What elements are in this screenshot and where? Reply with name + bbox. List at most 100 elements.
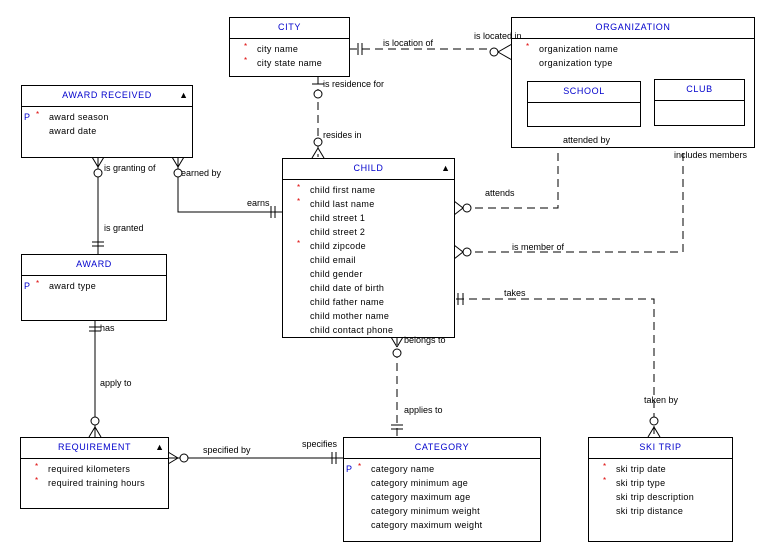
label-earns: earns <box>247 198 270 208</box>
collapse-toggle-icon[interactable]: ▲ <box>155 438 164 457</box>
collapse-toggle-icon[interactable]: ▲ <box>179 86 188 105</box>
attribute-list: * city name * city state name <box>230 39 349 70</box>
label-taken-by: taken by <box>644 395 679 405</box>
entity-name: CHILD <box>353 163 384 173</box>
attribute-name: required kilometers <box>48 464 131 474</box>
label-is-member-of: is member of <box>512 242 565 252</box>
label-belongs-to: belongs to <box>404 335 446 345</box>
label-includes-members: includes members <box>674 150 748 160</box>
primary-key-marker: P <box>24 112 31 122</box>
attribute-name: child gender <box>310 269 363 279</box>
entity-title: SKI TRIP <box>589 438 732 459</box>
attribute-list: * child first name * child last name child… <box>283 180 454 337</box>
label-specified-by: specified by <box>203 445 251 455</box>
attribute-list: P * award season award date <box>22 107 192 138</box>
entity-requirement[interactable]: REQUIREMENT ▲ * required kilometers * requi… <box>20 437 169 509</box>
attribute-row: * child first name <box>283 183 454 197</box>
attribute-name: child street 2 <box>310 227 366 237</box>
entity-award-received[interactable]: AWARD RECEIVED ▲ P * award season award dat… <box>21 85 193 158</box>
entity-school[interactable]: SCHOOL <box>527 81 641 127</box>
required-marker: * <box>244 56 248 65</box>
attribute-name: organization type <box>539 58 613 68</box>
label-attended-by: attended by <box>563 135 611 145</box>
attribute-row: organization type <box>512 56 754 70</box>
link-awardreceived-child[interactable] <box>171 156 283 218</box>
attribute-list: P * award type <box>22 276 166 293</box>
label-applies-to: applies to <box>404 405 443 415</box>
entity-ski-trip[interactable]: SKI TRIP * ski trip date * ski trip type s… <box>588 437 733 542</box>
label-earned-by: earned by <box>181 168 222 178</box>
attribute-name: category maximum weight <box>371 520 483 530</box>
attribute-name: category minimum age <box>371 478 469 488</box>
label-takes: takes <box>504 288 526 298</box>
attribute-name: child last name <box>310 199 375 209</box>
entity-club[interactable]: CLUB <box>654 79 745 126</box>
attribute-row: * required kilometers <box>21 462 168 476</box>
attribute-row: ski trip distance <box>589 504 732 518</box>
attribute-list: P * category name category minimum age cat… <box>344 459 540 532</box>
attribute-name: city name <box>257 44 299 54</box>
attribute-row: * child zipcode <box>283 239 454 253</box>
attribute-name: child street 1 <box>310 213 366 223</box>
entity-city[interactable]: CITY * city name * city state name <box>229 17 350 77</box>
entity-title: CHILD ▲ <box>283 159 454 180</box>
attribute-name: child date of birth <box>310 283 385 293</box>
attribute-name: ski trip distance <box>616 506 684 516</box>
primary-key-marker: P <box>24 281 31 291</box>
attribute-row: P * award season <box>22 110 192 124</box>
attribute-name: city state name <box>257 58 323 68</box>
required-marker: * <box>358 462 362 471</box>
attribute-row: * city state name <box>230 56 349 70</box>
link-child-skitrip[interactable] <box>456 293 661 438</box>
label-apply-to: apply to <box>100 378 132 388</box>
label-specifies: specifies <box>302 439 338 449</box>
attribute-name: category maximum age <box>371 492 471 502</box>
entity-award[interactable]: AWARD P * award type <box>21 254 167 321</box>
attribute-name: ski trip type <box>616 478 666 488</box>
entity-title: REQUIREMENT ▲ <box>21 438 168 459</box>
entity-title: AWARD <box>22 255 166 276</box>
required-marker: * <box>603 476 607 485</box>
attribute-name: child email <box>310 255 356 265</box>
attribute-name: child zipcode <box>310 241 366 251</box>
attribute-name: child father name <box>310 297 385 307</box>
attribute-row: * city name <box>230 42 349 56</box>
label-is-granting-of: is granting of <box>104 163 156 173</box>
primary-key-marker: P <box>346 464 353 474</box>
label-resides-in: resides in <box>323 130 362 140</box>
attribute-row: award date <box>22 124 192 138</box>
entity-name: REQUIREMENT <box>57 442 132 452</box>
link-child-category[interactable] <box>390 336 404 437</box>
link-awardreceived-award[interactable] <box>91 156 105 254</box>
label-is-granted: is granted <box>104 223 144 233</box>
required-marker: * <box>36 110 40 119</box>
required-marker: * <box>297 197 301 206</box>
attribute-name: ski trip date <box>616 464 666 474</box>
attribute-row: * organization name <box>512 42 754 56</box>
attribute-row: P * award type <box>22 279 166 293</box>
attribute-name: award type <box>49 281 97 291</box>
required-marker: * <box>36 279 40 288</box>
attribute-row: category maximum age <box>344 490 540 504</box>
attribute-row: child father name <box>283 295 454 309</box>
attribute-name: organization name <box>539 44 619 54</box>
required-marker: * <box>35 462 39 471</box>
collapse-toggle-icon[interactable]: ▲ <box>441 159 450 178</box>
link-requirement-category[interactable] <box>167 451 344 465</box>
entity-category[interactable]: CATEGORY P * category name category minimu… <box>343 437 541 542</box>
entity-title: AWARD RECEIVED ▲ <box>22 86 192 107</box>
attribute-row: child gender <box>283 267 454 281</box>
label-is-location-of: is location of <box>383 38 434 48</box>
entity-title: CITY <box>230 18 349 39</box>
attribute-row: category minimum weight <box>344 504 540 518</box>
attribute-name: required training hours <box>48 478 145 488</box>
attribute-name: child first name <box>310 185 376 195</box>
attribute-name: ski trip description <box>616 492 695 502</box>
required-marker: * <box>244 42 248 51</box>
label-is-located-in: is located in <box>474 31 522 41</box>
attribute-row: child street 1 <box>283 211 454 225</box>
entity-child[interactable]: CHILD ▲ * child first name * child last nam… <box>282 158 455 338</box>
attribute-row: P * category name <box>344 462 540 476</box>
attribute-row: child email <box>283 253 454 267</box>
attribute-row: child date of birth <box>283 281 454 295</box>
